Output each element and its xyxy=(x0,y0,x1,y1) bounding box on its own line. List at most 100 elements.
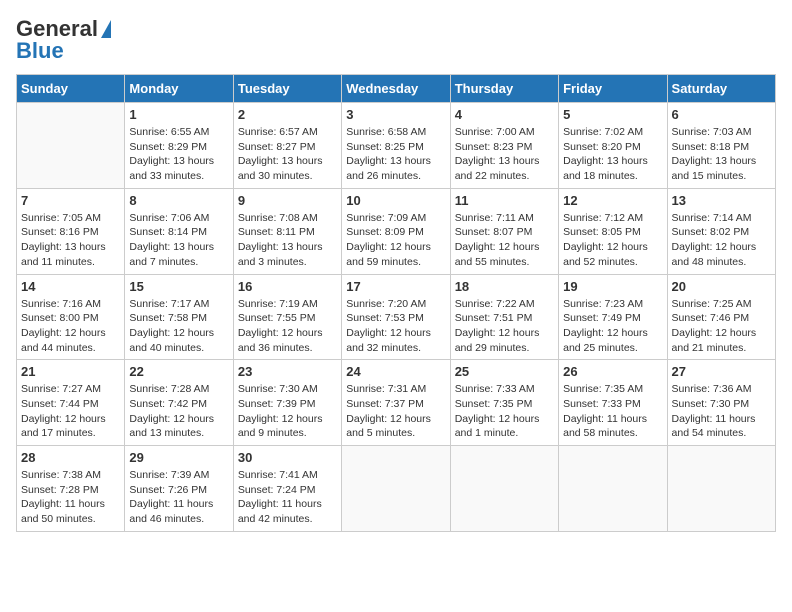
day-info: Sunrise: 6:55 AM Sunset: 8:29 PM Dayligh… xyxy=(129,125,228,184)
day-info: Sunrise: 7:41 AM Sunset: 7:24 PM Dayligh… xyxy=(238,468,337,527)
calendar-cell: 12 Sunrise: 7:12 AM Sunset: 8:05 PM Dayli… xyxy=(559,188,667,274)
day-number: 9 xyxy=(238,193,337,208)
day-number: 19 xyxy=(563,279,662,294)
calendar-cell: 9Sunrise: 7:08 AM Sunset: 8:11 PM Daylig… xyxy=(233,188,341,274)
column-header-wednesday: Wednesday xyxy=(342,75,450,103)
day-info: Sunrise: 6:58 AM Sunset: 8:25 PM Dayligh… xyxy=(346,125,445,184)
day-info: Sunrise: 7:25 AM Sunset: 7:46 PM Dayligh… xyxy=(672,297,771,356)
day-number: 23 xyxy=(238,364,337,379)
column-header-friday: Friday xyxy=(559,75,667,103)
calendar-cell: 6 Sunrise: 7:03 AM Sunset: 8:18 PM Daylig… xyxy=(667,103,775,189)
day-info: Sunrise: 7:16 AM Sunset: 8:00 PM Dayligh… xyxy=(21,297,120,356)
calendar-cell: 2 Sunrise: 6:57 AM Sunset: 8:27 PM Daylig… xyxy=(233,103,341,189)
day-number: 30 xyxy=(238,450,337,465)
day-number: 25 xyxy=(455,364,554,379)
day-number: 22 xyxy=(129,364,228,379)
calendar-cell: 22 Sunrise: 7:28 AM Sunset: 7:42 PM Dayli… xyxy=(125,360,233,446)
calendar-cell: 30 Sunrise: 7:41 AM Sunset: 7:24 PM Dayli… xyxy=(233,446,341,532)
calendar-cell: 24 Sunrise: 7:31 AM Sunset: 7:37 PM Dayli… xyxy=(342,360,450,446)
day-info: Sunrise: 7:38 AM Sunset: 7:28 PM Dayligh… xyxy=(21,468,120,527)
calendar-cell: 29Sunrise: 7:39 AM Sunset: 7:26 PM Dayli… xyxy=(125,446,233,532)
calendar-body: 1Sunrise: 6:55 AM Sunset: 8:29 PM Daylig… xyxy=(17,103,776,532)
day-info: Sunrise: 7:22 AM Sunset: 7:51 PM Dayligh… xyxy=(455,297,554,356)
day-info: Sunrise: 7:06 AM Sunset: 8:14 PM Dayligh… xyxy=(129,211,228,270)
calendar-cell: 13 Sunrise: 7:14 AM Sunset: 8:02 PM Dayli… xyxy=(667,188,775,274)
column-header-sunday: Sunday xyxy=(17,75,125,103)
calendar-cell: 4Sunrise: 7:00 AM Sunset: 8:23 PM Daylig… xyxy=(450,103,558,189)
day-info: Sunrise: 7:17 AM Sunset: 7:58 PM Dayligh… xyxy=(129,297,228,356)
day-number: 20 xyxy=(672,279,771,294)
day-number: 27 xyxy=(672,364,771,379)
day-info: Sunrise: 7:30 AM Sunset: 7:39 PM Dayligh… xyxy=(238,382,337,441)
day-number: 16 xyxy=(238,279,337,294)
day-info: Sunrise: 7:28 AM Sunset: 7:42 PM Dayligh… xyxy=(129,382,228,441)
day-info: Sunrise: 7:27 AM Sunset: 7:44 PM Dayligh… xyxy=(21,382,120,441)
day-info: Sunrise: 7:12 AM Sunset: 8:05 PM Dayligh… xyxy=(563,211,662,270)
day-number: 21 xyxy=(21,364,120,379)
day-info: Sunrise: 7:19 AM Sunset: 7:55 PM Dayligh… xyxy=(238,297,337,356)
day-number: 8 xyxy=(129,193,228,208)
calendar-cell: 20 Sunrise: 7:25 AM Sunset: 7:46 PM Dayli… xyxy=(667,274,775,360)
column-header-thursday: Thursday xyxy=(450,75,558,103)
day-number: 26 xyxy=(563,364,662,379)
day-number: 3 xyxy=(346,107,445,122)
day-number: 5 xyxy=(563,107,662,122)
day-number: 28 xyxy=(21,450,120,465)
day-info: Sunrise: 7:00 AM Sunset: 8:23 PM Dayligh… xyxy=(455,125,554,184)
calendar-cell: 11Sunrise: 7:11 AM Sunset: 8:07 PM Dayli… xyxy=(450,188,558,274)
day-info: Sunrise: 7:20 AM Sunset: 7:53 PM Dayligh… xyxy=(346,297,445,356)
day-info: Sunrise: 7:23 AM Sunset: 7:49 PM Dayligh… xyxy=(563,297,662,356)
calendar-cell: 26 Sunrise: 7:35 AM Sunset: 7:33 PM Dayli… xyxy=(559,360,667,446)
logo: General Blue xyxy=(16,16,111,64)
calendar-cell: 7Sunrise: 7:05 AM Sunset: 8:16 PM Daylig… xyxy=(17,188,125,274)
calendar-cell: 8 Sunrise: 7:06 AM Sunset: 8:14 PM Daylig… xyxy=(125,188,233,274)
header-row: SundayMondayTuesdayWednesdayThursdayFrid… xyxy=(17,75,776,103)
logo-triangle xyxy=(101,20,111,38)
day-info: Sunrise: 6:57 AM Sunset: 8:27 PM Dayligh… xyxy=(238,125,337,184)
calendar-header: SundayMondayTuesdayWednesdayThursdayFrid… xyxy=(17,75,776,103)
day-number: 15 xyxy=(129,279,228,294)
day-number: 24 xyxy=(346,364,445,379)
day-number: 18 xyxy=(455,279,554,294)
calendar-cell: 15 Sunrise: 7:17 AM Sunset: 7:58 PM Dayli… xyxy=(125,274,233,360)
day-info: Sunrise: 7:31 AM Sunset: 7:37 PM Dayligh… xyxy=(346,382,445,441)
day-number: 17 xyxy=(346,279,445,294)
calendar-cell: 27 Sunrise: 7:36 AM Sunset: 7:30 PM Dayli… xyxy=(667,360,775,446)
day-number: 11 xyxy=(455,193,554,208)
column-header-monday: Monday xyxy=(125,75,233,103)
day-number: 13 xyxy=(672,193,771,208)
day-info: Sunrise: 7:36 AM Sunset: 7:30 PM Dayligh… xyxy=(672,382,771,441)
calendar-cell: 25 Sunrise: 7:33 AM Sunset: 7:35 PM Dayli… xyxy=(450,360,558,446)
calendar-cell: 5 Sunrise: 7:02 AM Sunset: 8:20 PM Daylig… xyxy=(559,103,667,189)
calendar-cell xyxy=(450,446,558,532)
day-number: 6 xyxy=(672,107,771,122)
calendar-cell xyxy=(342,446,450,532)
day-info: Sunrise: 7:05 AM Sunset: 8:16 PM Dayligh… xyxy=(21,211,120,270)
day-info: Sunrise: 7:02 AM Sunset: 8:20 PM Dayligh… xyxy=(563,125,662,184)
day-info: Sunrise: 7:14 AM Sunset: 8:02 PM Dayligh… xyxy=(672,211,771,270)
calendar-cell: 3 Sunrise: 6:58 AM Sunset: 8:25 PM Daylig… xyxy=(342,103,450,189)
week-row-1: 7Sunrise: 7:05 AM Sunset: 8:16 PM Daylig… xyxy=(17,188,776,274)
calendar-cell xyxy=(667,446,775,532)
day-info: Sunrise: 7:03 AM Sunset: 8:18 PM Dayligh… xyxy=(672,125,771,184)
calendar-cell: 10 Sunrise: 7:09 AM Sunset: 8:09 PM Dayli… xyxy=(342,188,450,274)
day-info: Sunrise: 7:09 AM Sunset: 8:09 PM Dayligh… xyxy=(346,211,445,270)
day-number: 14 xyxy=(21,279,120,294)
day-number: 2 xyxy=(238,107,337,122)
page-header: General Blue xyxy=(16,16,776,64)
calendar-table: SundayMondayTuesdayWednesdayThursdayFrid… xyxy=(16,74,776,532)
calendar-cell: 16 Sunrise: 7:19 AM Sunset: 7:55 PM Dayli… xyxy=(233,274,341,360)
calendar-cell: 19 Sunrise: 7:23 AM Sunset: 7:49 PM Dayli… xyxy=(559,274,667,360)
calendar-cell: 17 Sunrise: 7:20 AM Sunset: 7:53 PM Dayli… xyxy=(342,274,450,360)
calendar-cell xyxy=(17,103,125,189)
week-row-2: 14 Sunrise: 7:16 AM Sunset: 8:00 PM Dayli… xyxy=(17,274,776,360)
day-number: 10 xyxy=(346,193,445,208)
column-header-saturday: Saturday xyxy=(667,75,775,103)
day-info: Sunrise: 7:35 AM Sunset: 7:33 PM Dayligh… xyxy=(563,382,662,441)
calendar-cell xyxy=(559,446,667,532)
day-info: Sunrise: 7:39 AM Sunset: 7:26 PM Dayligh… xyxy=(129,468,228,527)
calendar-cell: 21 Sunrise: 7:27 AM Sunset: 7:44 PM Dayli… xyxy=(17,360,125,446)
day-info: Sunrise: 7:33 AM Sunset: 7:35 PM Dayligh… xyxy=(455,382,554,441)
day-number: 12 xyxy=(563,193,662,208)
week-row-0: 1Sunrise: 6:55 AM Sunset: 8:29 PM Daylig… xyxy=(17,103,776,189)
